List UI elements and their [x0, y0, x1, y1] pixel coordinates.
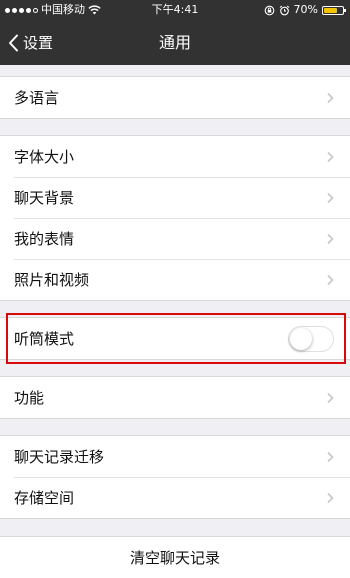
- list-item-label: 聊天背景: [14, 189, 75, 207]
- battery-icon: [322, 5, 346, 15]
- chevron-right-icon: [327, 492, 334, 503]
- list-item-earpiece-mode: 听筒模式: [0, 318, 350, 359]
- chevron-right-icon: [327, 233, 334, 244]
- earpiece-group: 听筒模式: [0, 317, 350, 360]
- list-item-label: 听筒模式: [14, 330, 75, 348]
- list-item-label: 字体大小: [14, 148, 75, 166]
- chevron-right-icon: [327, 151, 334, 162]
- alarm-icon: [279, 5, 289, 15]
- chevron-right-icon: [327, 274, 334, 285]
- list-item-label: 照片和视频: [14, 271, 90, 289]
- battery-percent: 70%: [293, 3, 318, 16]
- settings-general-screen: 中国移动 下午4:41 70% 设置 通用 多语言 字体大小 聊天背景 我的表情…: [0, 0, 350, 578]
- list-item-label: 我的表情: [14, 230, 75, 248]
- list-item-chat-background[interactable]: 聊天背景: [0, 177, 350, 218]
- storage-group: 聊天记录迁移 存储空间: [0, 435, 350, 519]
- chevron-right-icon: [327, 192, 334, 203]
- list-item-my-stickers[interactable]: 我的表情: [0, 218, 350, 259]
- language-group: 多语言: [0, 76, 350, 119]
- chevron-right-icon: [327, 392, 334, 403]
- status-right: 70%: [264, 0, 346, 20]
- battery-fill: [324, 7, 337, 13]
- top-bar: 中国移动 下午4:41 70% 设置 通用: [0, 0, 350, 65]
- status-bar: 中国移动 下午4:41 70%: [0, 0, 350, 20]
- list-item-chat-migration[interactable]: 聊天记录迁移: [0, 436, 350, 477]
- navigation-bar: 设置 通用: [0, 20, 350, 65]
- list-item-label: 功能: [14, 389, 45, 407]
- list-item-storage[interactable]: 存储空间: [0, 477, 350, 518]
- chevron-right-icon: [327, 451, 334, 462]
- list-item-font-size[interactable]: 字体大小: [0, 136, 350, 177]
- features-group: 功能: [0, 376, 350, 419]
- list-item-features[interactable]: 功能: [0, 377, 350, 418]
- list-item-label: 聊天记录迁移: [14, 448, 105, 466]
- clear-group: 清空聊天记录: [0, 536, 350, 578]
- clear-chat-history-button[interactable]: 清空聊天记录: [0, 537, 350, 578]
- earpiece-mode-toggle[interactable]: [288, 325, 334, 352]
- display-group: 字体大小 聊天背景 我的表情 照片和视频: [0, 135, 350, 301]
- page-title: 通用: [158, 33, 191, 52]
- chevron-right-icon: [327, 92, 334, 103]
- list-item-photos-videos[interactable]: 照片和视频: [0, 259, 350, 300]
- list-item-label: 多语言: [14, 89, 60, 107]
- lock-rotation-icon: [264, 5, 274, 15]
- list-item-language[interactable]: 多语言: [0, 77, 350, 118]
- toggle-knob: [290, 327, 312, 350]
- clear-chat-history-label: 清空聊天记录: [129, 549, 220, 567]
- list-item-label: 存储空间: [14, 489, 75, 507]
